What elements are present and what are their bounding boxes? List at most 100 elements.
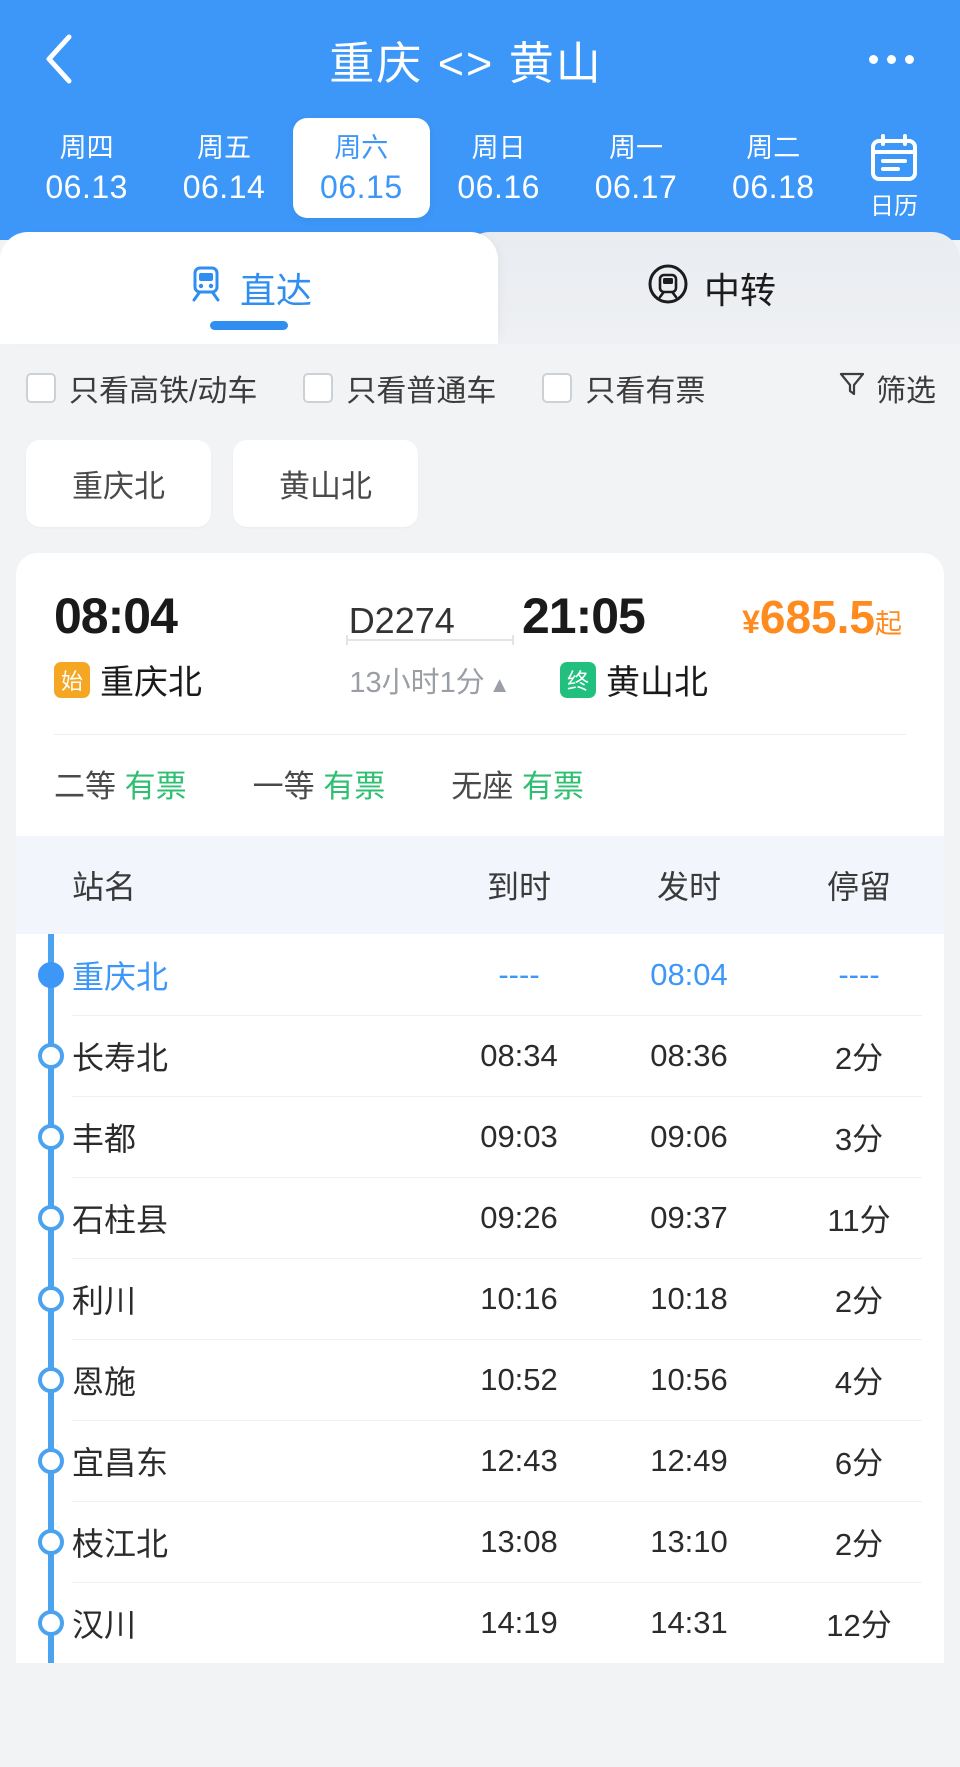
table-row[interactable]: 石柱县 09:26 09:37 11分 [16, 1177, 944, 1258]
checkbox-unchecked-icon[interactable] [303, 373, 334, 403]
more-horizontal-icon-dot3 [904, 54, 914, 64]
arrive-station-name: 黄山北 [606, 664, 708, 702]
row-stop: 6分 [834, 1446, 884, 1481]
filter-sort-button[interactable]: 筛选 [838, 366, 936, 410]
date-tab-4[interactable]: 周一 06.17 [567, 118, 704, 218]
more-horizontal-icon-dot2 [886, 54, 896, 64]
date-tab-date: 06.17 [594, 169, 678, 205]
date-tab-2-selected[interactable]: 周六 06.15 [292, 118, 430, 218]
seat-first-class[interactable]: 一等 有票 [253, 761, 386, 806]
row-arrive: 10:16 [480, 1280, 558, 1316]
calendar-icon [868, 132, 920, 189]
row-stop: 4分 [834, 1365, 884, 1400]
tab-transfer-label: 中转 [703, 270, 776, 311]
arrive-station-col: 终 黄山北 [560, 655, 798, 704]
date-tab-dow: 周六 [334, 133, 389, 163]
filter-available[interactable]: 只看有票 [542, 366, 705, 410]
seat-second-class[interactable]: 二等 有票 [54, 761, 187, 806]
table-row[interactable]: 利川 10:16 10:18 2分 [16, 1258, 944, 1339]
station-chip-origin[interactable]: 重庆北 [26, 440, 211, 527]
date-tab-dow: 周四 [59, 133, 114, 163]
date-tab-5[interactable]: 周二 06.18 [705, 118, 842, 218]
seat-availability-row: 二等 有票 一等 有票 无座 有票 [16, 735, 944, 836]
date-tab-1[interactable]: 周五 06.14 [155, 118, 292, 218]
seat-class-label: 二等 [54, 769, 116, 804]
mode-tabs: 直达 中转 [0, 232, 960, 344]
station-dot [38, 1366, 64, 1393]
row-arrive: 14:19 [480, 1604, 558, 1640]
train-number: D2274 [348, 600, 455, 641]
price-value: 685.5 [759, 591, 875, 643]
station-dot [38, 1123, 64, 1150]
row-station: 利川 [72, 1282, 137, 1319]
row-arrive: ---- [498, 956, 540, 992]
price: ¥685.5起 [742, 591, 902, 643]
row-station: 枝江北 [72, 1525, 169, 1562]
seat-standing[interactable]: 无座 有票 [451, 761, 584, 806]
filter-sort-label: 筛选 [876, 375, 936, 408]
content-sheet: 直达 中转 只看高铁/动车 只看普通车 只看有票 筛选 重庆北 黄山北 08:0… [0, 232, 960, 1663]
row-arrive: 10:52 [480, 1361, 558, 1397]
table-row[interactable]: 汉川 14:19 14:31 12分 [16, 1582, 944, 1663]
seat-class-label: 无座 [451, 769, 514, 804]
date-tab-date: 06.16 [457, 169, 540, 205]
date-tab-3[interactable]: 周日 06.16 [430, 118, 567, 218]
train-card[interactable]: 08:04 D2274 21:05 ¥685.5起 始 重庆北 13小时1分 ▲… [16, 553, 944, 836]
more-horizontal-icon [868, 54, 878, 64]
price-suffix: 起 [875, 609, 902, 639]
filter-highspeed[interactable]: 只看高铁/动车 [26, 366, 257, 410]
depart-station: 始 重庆北 [54, 655, 300, 704]
app-header: 重庆 <> 黄山 周四 06.13 周五 06.14 周六 06.15 周日 0… [0, 0, 960, 240]
calendar-label: 日历 [869, 193, 918, 220]
more-options-button[interactable] [856, 31, 926, 87]
row-station: 恩施 [72, 1363, 137, 1400]
arrive-time: 21:05 [521, 588, 646, 644]
tab-direct[interactable]: 直达 [0, 232, 498, 344]
station-dot [38, 1204, 64, 1231]
duration-line [346, 634, 514, 645]
row-arrive: 09:26 [480, 1199, 558, 1235]
table-row[interactable]: 恩施 10:52 10:56 4分 [16, 1339, 944, 1420]
table-row[interactable]: 重庆北 ---- 08:04 ---- [16, 934, 944, 1015]
row-arrive: 09:03 [480, 1118, 558, 1154]
filter-icon [838, 370, 866, 406]
table-row[interactable]: 丰都 09:03 09:06 3分 [16, 1096, 944, 1177]
timetable-header: 站名 到时 发时 停留 [16, 836, 944, 934]
station-chip-destination[interactable]: 黄山北 [233, 440, 418, 527]
train-station-row: 始 重庆北 13小时1分 ▲ 终 黄山北 [54, 634, 908, 704]
end-badge: 终 [560, 661, 596, 698]
chevron-left-icon [41, 31, 75, 87]
calendar-button[interactable]: 日历 [842, 118, 946, 223]
row-depart: 12:49 [650, 1442, 728, 1478]
duration-col[interactable]: 13小时1分 ▲ [300, 634, 560, 701]
station-dot [38, 1609, 64, 1636]
date-strip: 周四 06.13 周五 06.14 周六 06.15 周日 06.16 周一 0… [0, 118, 960, 236]
timetable: 站名 到时 发时 停留 重庆北 ---- 08:04 ---- 长寿北 08:3… [16, 836, 944, 1663]
row-stop: ---- [838, 956, 880, 992]
filter-normal-label: 只看普通车 [346, 375, 497, 408]
currency-symbol: ¥ [742, 604, 760, 640]
tab-active-indicator [210, 321, 288, 330]
row-station: 重庆北 [72, 958, 169, 995]
seat-status: 有票 [521, 769, 584, 804]
date-tab-0[interactable]: 周四 06.13 [18, 118, 155, 218]
depart-time: 08:04 [54, 588, 178, 644]
filter-row: 只看高铁/动车 只看普通车 只看有票 筛选 [0, 344, 960, 428]
checkbox-unchecked-icon[interactable] [26, 373, 56, 403]
table-row[interactable]: 宜昌东 12:43 12:49 6分 [16, 1420, 944, 1501]
page-root: 重庆 <> 黄山 周四 06.13 周五 06.14 周六 06.15 周日 0… [0, 0, 960, 1767]
filter-normal[interactable]: 只看普通车 [303, 366, 496, 410]
depart-station-col: 始 重庆北 [54, 655, 300, 704]
row-station: 宜昌东 [72, 1444, 169, 1481]
table-row[interactable]: 长寿北 08:34 08:36 2分 [16, 1015, 944, 1096]
col-header-arrive: 到时 [486, 869, 551, 905]
train-no-col: D2274 [282, 600, 522, 642]
row-station: 丰都 [72, 1120, 137, 1157]
expand-caret-icon[interactable]: ▲ [489, 672, 511, 697]
tab-transfer[interactable]: 中转 [462, 232, 960, 344]
checkbox-unchecked-icon[interactable] [542, 373, 573, 403]
train-icon [186, 264, 226, 313]
duration-text: 13小时1分 [349, 666, 485, 699]
table-row[interactable]: 枝江北 13:08 13:10 2分 [16, 1501, 944, 1582]
row-depart: 10:56 [650, 1361, 728, 1397]
